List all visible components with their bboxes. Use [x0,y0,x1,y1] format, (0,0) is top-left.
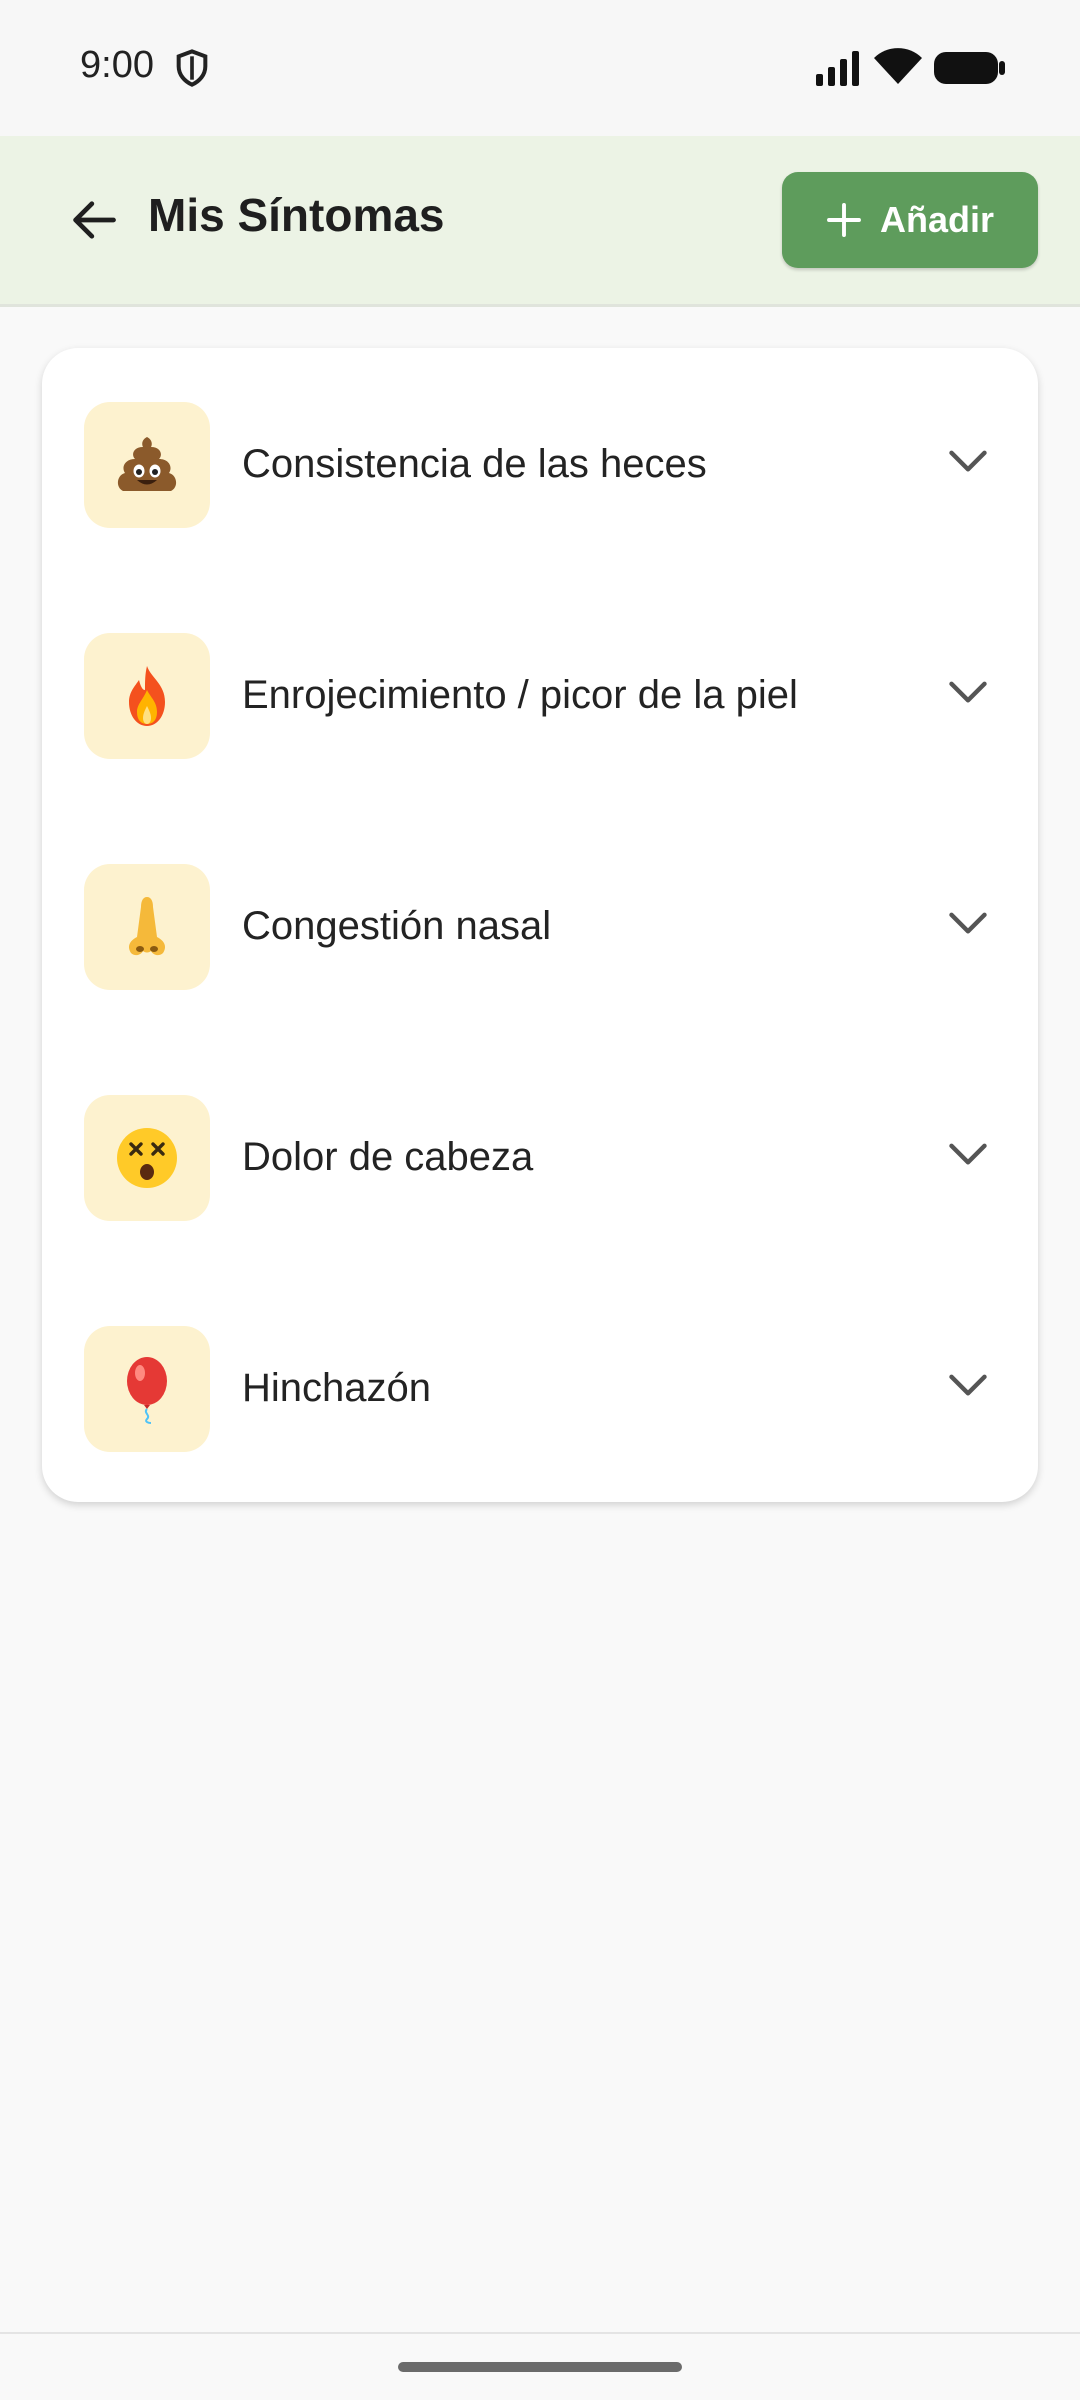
add-button-label: Añadir [879,199,994,240]
symptom-row[interactable]: Hinchazón [42,1272,1038,1504]
balloon-emoji-icon [127,1357,167,1424]
poop-emoji-icon [117,437,177,491]
arrow-left-icon [73,201,116,239]
emoji-tile [84,1326,210,1452]
add-button[interactable]: Añadir [782,172,1038,268]
symptom-label: Enrojecimiento / picor de la piel [242,673,798,717]
back-button[interactable] [56,182,132,258]
battery-icon [934,52,1005,84]
page-title: Mis Síntomas [148,189,445,241]
symptoms-card: Consistencia de las heces Enrojecimiento… [42,348,1038,1502]
fire-emoji-icon [129,666,165,726]
plus-icon [827,203,861,237]
nav-divider [0,2332,1080,2334]
symptom-row[interactable]: Dolor de cabeza [42,1041,1038,1273]
emoji-tile [84,1095,210,1221]
symptom-row[interactable]: Consistencia de las heces [42,348,1038,580]
nose-emoji-icon [129,897,165,956]
symptom-label: Consistencia de las heces [242,442,707,486]
app-bar: Mis Síntomas Añadir [0,136,1080,307]
symptom-label: Dolor de cabeza [242,1135,534,1179]
status-time: 9:00 [80,44,154,86]
symptom-label: Congestión nasal [242,904,552,948]
chevron-down-icon[interactable] [946,1137,990,1173]
symptom-row[interactable]: Enrojecimiento / picor de la piel [42,579,1038,811]
dizzy-face-emoji-icon [117,1128,177,1188]
home-indicator[interactable] [398,2362,682,2372]
shield-icon [176,49,208,87]
emoji-tile [84,864,210,990]
chevron-down-icon[interactable] [946,444,990,480]
chevron-down-icon[interactable] [946,906,990,942]
emoji-tile [84,402,210,528]
emoji-tile [84,633,210,759]
status-bar: 9:00 [0,0,1080,136]
symptom-row[interactable]: Congestión nasal [42,810,1038,1042]
signal-icon [816,51,859,86]
symptom-label: Hinchazón [242,1366,432,1410]
wifi-icon [874,48,922,84]
chevron-down-icon[interactable] [946,675,990,711]
chevron-down-icon[interactable] [946,1368,990,1404]
